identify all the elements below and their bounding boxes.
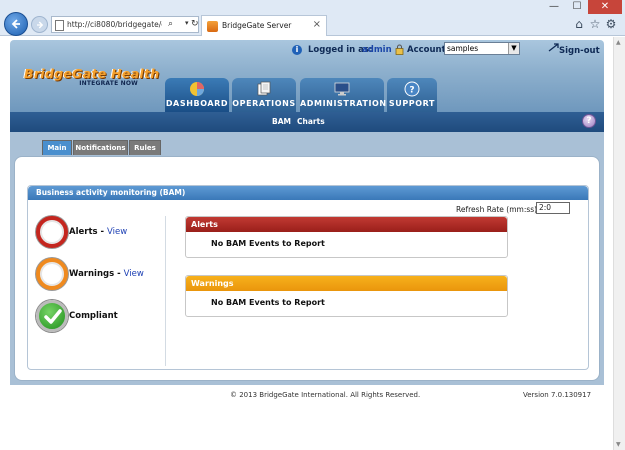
- refresh-rate-input[interactable]: 2:0: [536, 202, 570, 214]
- checkmark-icon: [36, 300, 68, 332]
- arrow-right-icon: [36, 21, 43, 28]
- documents-icon: [257, 81, 271, 96]
- version-text: Version 7.0.130917: [523, 391, 592, 399]
- warnings-status-label: Warnings - View: [69, 269, 144, 279]
- tab-support[interactable]: ? SUPPORT: [387, 78, 437, 112]
- search-icon[interactable]: ⌕: [168, 19, 173, 29]
- svg-text:?: ?: [409, 86, 414, 96]
- refresh-icon[interactable]: ↻: [191, 19, 199, 29]
- subnav-charts[interactable]: Charts: [297, 117, 325, 126]
- logo-brand: BridgeGate Health: [24, 66, 160, 81]
- browser-toolbar: — ☐ ✕ http://ci8080/bridgegate/dash ⌕ ▾ …: [0, 0, 625, 36]
- tab-administration[interactable]: ADMINISTRATION: [300, 78, 387, 112]
- alerts-message: No BAM Events to Report: [211, 239, 325, 248]
- warning-ring-icon: [36, 258, 68, 290]
- alerts-box: Alerts No BAM Events to Report: [185, 216, 508, 258]
- subnav-bam[interactable]: BAM: [272, 117, 291, 126]
- sub-navigation: BAM Charts ?: [10, 112, 604, 132]
- lock-icon: [395, 44, 404, 55]
- tab-main[interactable]: Main: [42, 140, 72, 155]
- page-icon: [55, 20, 64, 31]
- close-window-button[interactable]: ✕: [588, 0, 622, 14]
- tab-label: DASHBOARD: [165, 99, 229, 108]
- forward-button[interactable]: [31, 16, 48, 33]
- warnings-message: No BAM Events to Report: [211, 298, 325, 307]
- compliant-label: Compliant: [69, 311, 118, 321]
- address-bar[interactable]: http://ci8080/bridgegate/dash ⌕ ▾ ↻: [51, 16, 199, 33]
- alert-ring-icon: [36, 216, 68, 248]
- warnings-label: Warnings: [69, 269, 115, 279]
- back-button[interactable]: [4, 12, 28, 36]
- chevron-down-icon[interactable]: ▼: [508, 43, 519, 54]
- status-compliant: Compliant: [36, 300, 156, 336]
- scroll-up-icon[interactable]: ▲: [616, 39, 621, 46]
- bam-panel: Business activity monitoring (BAM) Refre…: [27, 185, 589, 370]
- tab-label: SUPPORT: [388, 99, 436, 108]
- gear-icon[interactable]: ⚙: [604, 17, 618, 31]
- chevron-down-icon[interactable]: ▾: [185, 19, 189, 27]
- tab-operations[interactable]: OPERATIONS: [232, 78, 296, 112]
- logged-in-user[interactable]: admin: [362, 45, 392, 55]
- copyright-text: © 2013 BridgeGate International. All Rig…: [230, 391, 421, 399]
- tab-title: BridgeGate Server: [222, 21, 292, 30]
- monitor-icon: [334, 82, 350, 96]
- refresh-rate-label: Refresh Rate (mm:ss): [456, 205, 538, 214]
- tab-notifications[interactable]: Notifications: [73, 140, 128, 155]
- help-icon[interactable]: ?: [582, 114, 596, 128]
- maximize-button[interactable]: ☐: [566, 0, 588, 14]
- account-select[interactable]: samples ▼: [444, 42, 520, 55]
- close-tab-icon[interactable]: ×: [313, 19, 321, 30]
- info-icon: i: [292, 45, 302, 55]
- tab-rules[interactable]: Rules: [129, 140, 161, 155]
- alerts-status-label: Alerts - View: [69, 227, 127, 237]
- home-icon[interactable]: ⌂: [572, 17, 586, 31]
- account-label: Account:: [407, 45, 450, 55]
- status-warnings: Warnings - View: [36, 258, 156, 294]
- bam-title: Business activity monitoring (BAM): [28, 186, 588, 200]
- minimize-button[interactable]: —: [542, 0, 566, 14]
- browser-tab[interactable]: BridgeGate Server ×: [201, 15, 327, 36]
- app-header: i Logged in as: admin Account: samples ▼…: [10, 40, 604, 112]
- logo-tagline: INTEGRATE NOW: [79, 80, 138, 87]
- warnings-box: Warnings No BAM Events to Report: [185, 275, 508, 317]
- pie-chart-icon: [190, 82, 204, 96]
- bridgegate-logo: BridgeGate Health INTEGRATE NOW: [24, 66, 159, 90]
- sign-out-link[interactable]: Sign-out: [559, 46, 600, 56]
- scrollbar[interactable]: ▲ ▼: [613, 37, 625, 450]
- star-icon[interactable]: ☆: [588, 17, 602, 31]
- alerts-view-link[interactable]: View: [107, 227, 127, 237]
- tab-label: OPERATIONS: [232, 99, 296, 108]
- main-content: Main Notifications Rules Business activi…: [10, 132, 604, 385]
- status-column: Alerts - View Warnings - View Compliant: [28, 216, 166, 366]
- url-text[interactable]: http://ci8080/bridgegate/dash: [67, 20, 162, 29]
- favicon-icon: [207, 21, 218, 32]
- status-alerts: Alerts - View: [36, 216, 156, 252]
- main-panel: Business activity monitoring (BAM) Refre…: [14, 156, 600, 381]
- scroll-down-icon[interactable]: ▼: [616, 441, 621, 448]
- help-circle-icon: ?: [404, 81, 420, 97]
- tab-label: ADMINISTRATION: [300, 99, 387, 108]
- tab-dashboard[interactable]: DASHBOARD: [165, 78, 229, 112]
- alerts-separator: -: [97, 227, 108, 237]
- app-container: i Logged in as: admin Account: samples ▼…: [10, 40, 604, 385]
- warnings-separator: -: [114, 269, 124, 279]
- alerts-header: Alerts: [186, 217, 507, 232]
- account-value: samples: [447, 44, 479, 53]
- arrow-left-icon: [11, 19, 20, 29]
- warnings-view-link[interactable]: View: [124, 269, 144, 279]
- warnings-header: Warnings: [186, 276, 507, 291]
- alerts-label: Alerts: [69, 227, 98, 237]
